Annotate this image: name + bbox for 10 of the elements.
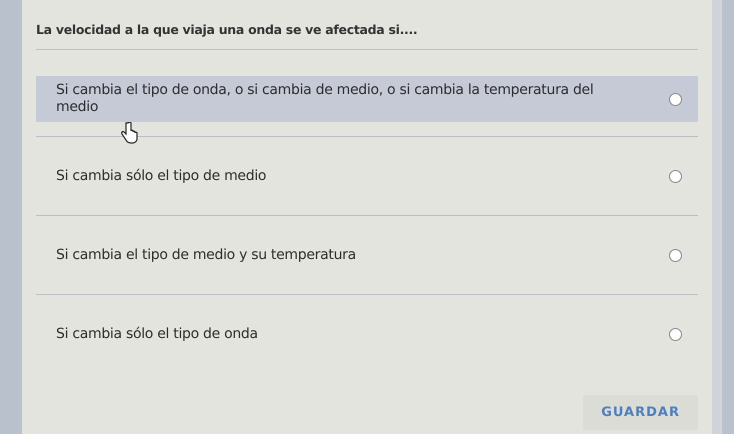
radio-button[interactable] (669, 92, 682, 106)
hand-cursor-icon (120, 122, 138, 144)
radio-button[interactable] (669, 328, 682, 340)
radio-button[interactable] (669, 170, 682, 182)
answer-option[interactable]: Si cambia el tipo de onda, o si cambia de medio, o si cambia la temperatura del medio (36, 76, 698, 122)
answer-option[interactable]: Si cambia sólo el tipo de onda (36, 311, 698, 357)
question-text: La velocidad a la que viaja una onda se ve afectada si.... (36, 21, 418, 39)
answer-option[interactable]: Si cambia el tipo de medio y su temperatura (36, 232, 698, 278)
radio-button[interactable] (669, 248, 682, 262)
answer-option[interactable]: Si cambia sólo el tipo de medio (36, 153, 698, 199)
